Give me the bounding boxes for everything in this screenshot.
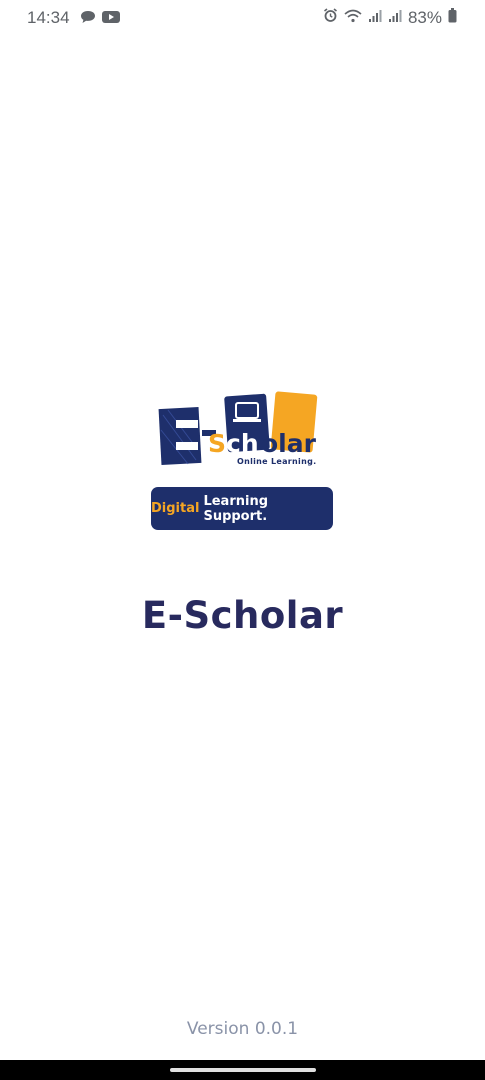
- svg-text:olar: olar: [261, 429, 317, 458]
- youtube-icon: [102, 10, 120, 29]
- signal-icon: [388, 9, 402, 28]
- navigation-bar: [0, 1060, 485, 1080]
- banner-highlight: Digital: [151, 501, 200, 516]
- svg-text:ch: ch: [226, 429, 259, 458]
- app-title: E-Scholar: [141, 594, 344, 637]
- battery-percentage: 83%: [407, 8, 442, 27]
- status-bar: 14:34 83%: [0, 0, 485, 34]
- banner-text: Learning Support.: [203, 493, 269, 524]
- logo-scholar-text: S: [208, 429, 226, 458]
- home-handle[interactable]: [170, 1068, 316, 1072]
- logo-tagline: Online Learning.: [237, 457, 317, 466]
- status-time: 14:34: [27, 8, 70, 27]
- signal-icon: [368, 9, 382, 28]
- tagline-banner: Digital Learning Support.: [151, 487, 333, 530]
- wifi-icon: [344, 9, 362, 28]
- version-text: Version 0.0.1: [186, 1019, 299, 1039]
- battery-icon: [448, 8, 457, 28]
- chat-bubble-icon: [80, 10, 96, 29]
- alarm-icon: [323, 8, 338, 28]
